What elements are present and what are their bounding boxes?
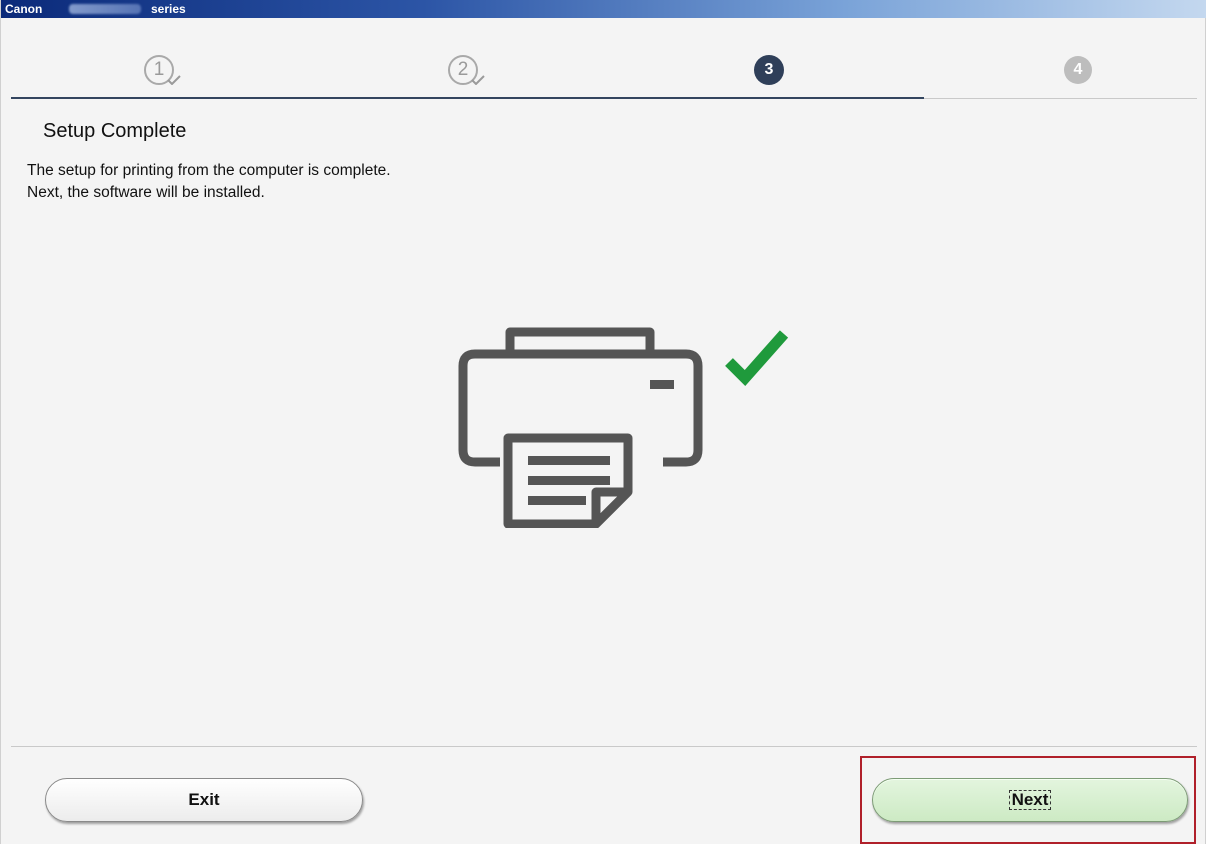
step-1-complete: 1	[144, 55, 181, 85]
setup-complete-illustration	[453, 322, 795, 529]
step-progress-bar	[11, 97, 924, 99]
description-line-2: Next, the software will be installed.	[27, 184, 265, 201]
step-3-current: 3	[754, 55, 784, 85]
page-title: Setup Complete	[43, 120, 187, 142]
printer-icon	[458, 327, 789, 529]
footer-divider	[11, 746, 1197, 747]
step-2-number: 2	[457, 59, 469, 80]
exit-button[interactable]: Exit	[45, 778, 363, 822]
next-button-highlight	[860, 756, 1196, 844]
step-3-number: 3	[764, 61, 774, 78]
title-brand: Canon	[5, 2, 43, 16]
step-2-complete: 2	[448, 55, 485, 85]
step-4-pending: 4	[1064, 56, 1092, 84]
title-series: series	[151, 2, 186, 16]
step-indicator: 1 2 3 4	[11, 18, 1197, 99]
description-line-1: The setup for printing from the computer…	[27, 162, 391, 179]
small-check-icon	[471, 75, 485, 85]
step-4-number: 4	[1073, 61, 1083, 78]
title-bar: Canon series	[1, 0, 1206, 18]
step-1-number: 1	[153, 59, 165, 80]
installer-window: Canon series 1 2 3 4 Setup Complete The …	[0, 0, 1206, 844]
checkmark-icon	[725, 330, 789, 387]
redacted-model-name	[69, 4, 141, 14]
description: The setup for printing from the computer…	[27, 160, 391, 204]
small-check-icon	[167, 75, 181, 85]
exit-button-label: Exit	[188, 790, 220, 809]
